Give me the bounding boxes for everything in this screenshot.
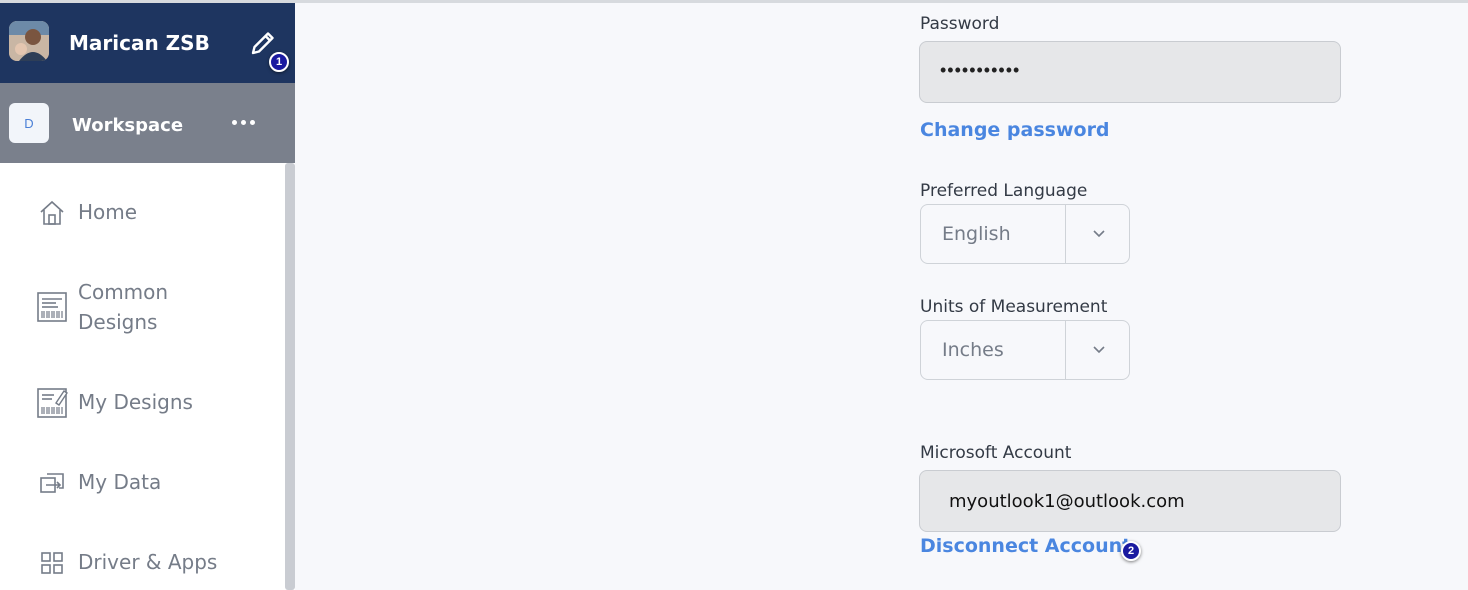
sidebar-item-my-designs[interactable]: My Designs bbox=[36, 387, 193, 419]
home-icon bbox=[40, 200, 64, 225]
sidebar-item-label: Common Designs bbox=[78, 280, 169, 334]
change-password-link[interactable]: Change password bbox=[920, 119, 1110, 141]
password-label: Password bbox=[920, 14, 1000, 34]
annotation-badge-2: 2 bbox=[1121, 541, 1141, 561]
select-divider bbox=[1065, 321, 1066, 379]
chevron-down-icon[interactable] bbox=[1091, 225, 1107, 241]
sidebar-item-common-designs[interactable]: Common Designs bbox=[36, 277, 168, 337]
grid-icon bbox=[41, 552, 63, 574]
edit-label-icon bbox=[37, 388, 68, 418]
sidebar-item-label: Driver & Apps bbox=[78, 550, 218, 574]
microsoft-account-label: Microsoft Account bbox=[920, 443, 1072, 463]
workspace-header[interactable]: D Workspace bbox=[0, 83, 295, 163]
microsoft-account-field: myoutlook1@outlook.com bbox=[919, 470, 1341, 532]
more-options-icon[interactable] bbox=[232, 105, 262, 135]
units-value: Inches bbox=[942, 339, 1004, 361]
workspace-avatar: D bbox=[9, 103, 49, 143]
language-select[interactable]: English bbox=[920, 204, 1130, 264]
data-link-icon bbox=[40, 473, 64, 493]
disconnect-account-link[interactable]: Disconnect Account bbox=[920, 535, 1131, 557]
chevron-down-icon[interactable] bbox=[1091, 341, 1107, 357]
sidebar-item-label: My Data bbox=[78, 470, 162, 494]
user-header[interactable]: Marican ZSB 1 bbox=[0, 3, 295, 83]
workspace-name: Workspace bbox=[72, 115, 184, 136]
units-select[interactable]: Inches bbox=[920, 320, 1130, 380]
annotation-badge-1: 1 bbox=[269, 52, 289, 72]
select-divider bbox=[1065, 205, 1066, 263]
password-value: ••••••••••• bbox=[940, 60, 1021, 80]
barcode-label-icon bbox=[37, 292, 67, 322]
sidebar-item-driver-apps[interactable]: Driver & Apps bbox=[36, 547, 217, 579]
microsoft-account-email: myoutlook1@outlook.com bbox=[949, 491, 1185, 512]
sidebar-item-label: My Designs bbox=[78, 390, 193, 414]
sidebar-item-my-data[interactable]: My Data bbox=[36, 467, 161, 499]
sidebar: Marican ZSB 1 D Workspace Home Common De… bbox=[0, 3, 295, 590]
user-name: Marican ZSB bbox=[69, 31, 210, 55]
avatar[interactable] bbox=[9, 21, 49, 61]
password-field[interactable]: ••••••••••• bbox=[919, 41, 1341, 103]
language-value: English bbox=[942, 223, 1011, 245]
units-label: Units of Measurement bbox=[920, 297, 1108, 317]
sidebar-item-label: Home bbox=[78, 200, 138, 224]
sidebar-item-home[interactable]: Home bbox=[36, 197, 137, 229]
language-label: Preferred Language bbox=[920, 181, 1088, 201]
sidebar-scrollbar[interactable] bbox=[285, 163, 295, 590]
